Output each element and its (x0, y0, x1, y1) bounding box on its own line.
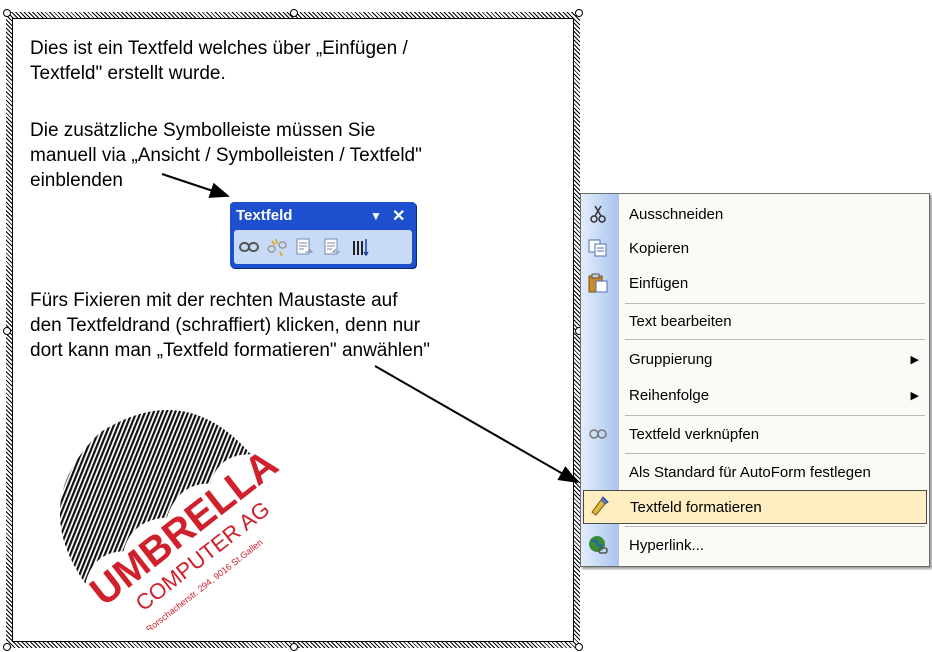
menu-item-textfeld-formatieren[interactable]: Textfeld formatieren (583, 490, 927, 524)
menu-item-label: Hyperlink... (629, 536, 705, 554)
menu-separator (625, 453, 925, 454)
context-menu: Ausschneiden Kopieren Einfügen Text bear… (580, 193, 930, 567)
menu-item-label: Textfeld verknüpfen (629, 425, 760, 443)
menu-item-text-bearbeiten[interactable]: Text bearbeiten (581, 304, 929, 338)
hyperlink-globe-icon (587, 535, 609, 555)
menu-separator (625, 415, 925, 416)
menu-item-reihenfolge[interactable]: Reihenfolge ▶ (581, 378, 929, 412)
arrow-to-menu-item (374, 365, 579, 483)
menu-item-label: Textfeld formatieren (630, 498, 762, 516)
menu-separator (625, 526, 925, 527)
menu-item-label: Kopieren (629, 239, 690, 257)
menu-separator (625, 339, 925, 340)
menu-item-als-standard[interactable]: Als Standard für AutoForm festlegen (581, 455, 929, 489)
link-icon (587, 424, 609, 444)
menu-item-label: Einfügen (629, 274, 689, 292)
submenu-arrow-icon: ▶ (910, 353, 919, 366)
menu-item-gruppierung[interactable]: Gruppierung ▶ (581, 342, 929, 376)
copy-icon (587, 238, 609, 258)
menu-item-ausschneiden[interactable]: Ausschneiden (581, 197, 929, 231)
menu-item-kopieren[interactable]: Kopieren (581, 231, 929, 265)
paste-icon (587, 273, 609, 293)
menu-item-label: Als Standard für AutoForm festlegen (629, 463, 871, 481)
menu-item-einfuegen[interactable]: Einfügen (581, 266, 929, 300)
submenu-arrow-icon: ▶ (910, 389, 919, 402)
arrow-to-toolbar (161, 173, 230, 198)
menu-item-label: Reihenfolge (629, 386, 710, 404)
menu-item-hyperlink[interactable]: Hyperlink... (581, 528, 929, 562)
menu-item-textfeld-verknuepfen[interactable]: Textfeld verknüpfen (581, 417, 929, 451)
format-textbox-icon (588, 496, 610, 516)
umbrella-computer-logo: UMBRELLA COMPUTER AG Rorschacherstr. 294… (59, 410, 286, 630)
menu-item-label: Gruppierung (629, 350, 713, 368)
scissors-icon (587, 204, 609, 224)
menu-item-label: Ausschneiden (629, 205, 724, 223)
menu-item-label: Text bearbeiten (629, 312, 732, 330)
